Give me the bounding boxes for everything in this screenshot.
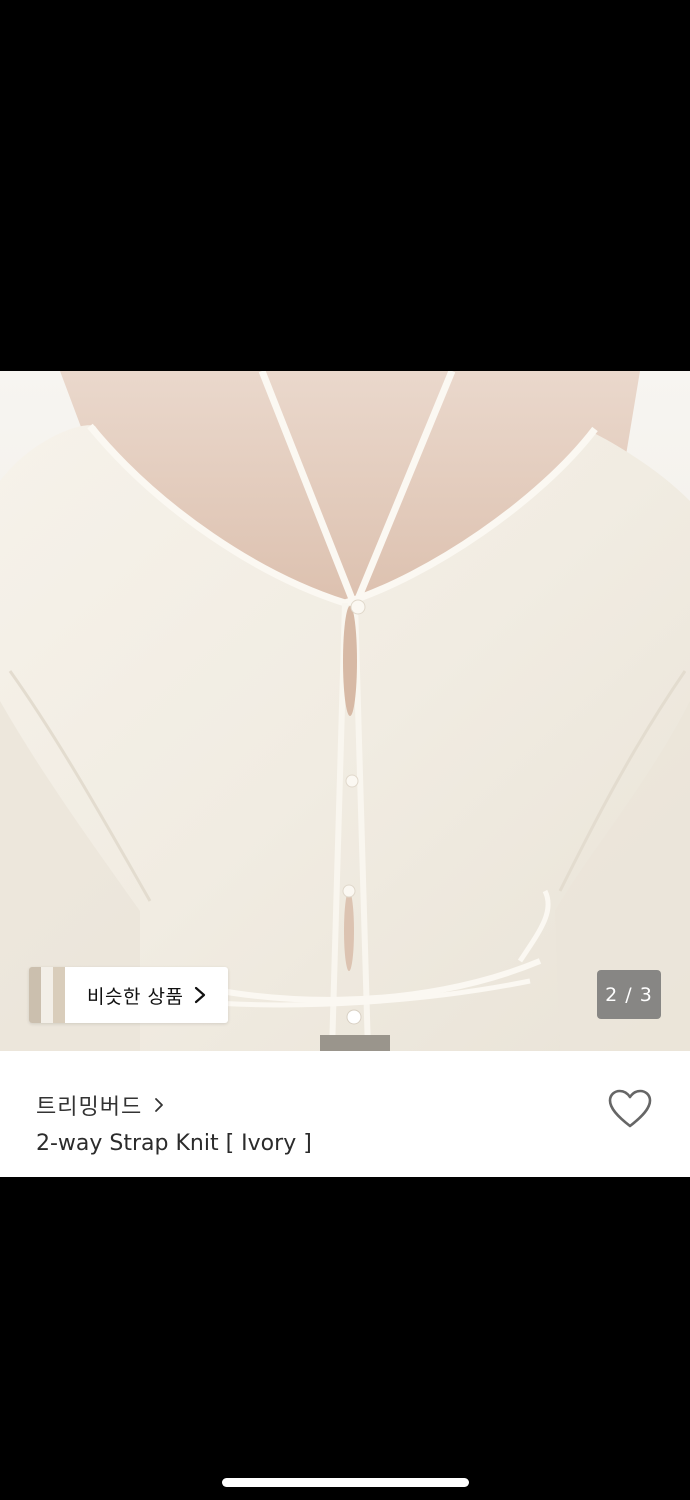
knit-sweater-illustration xyxy=(0,371,690,1051)
chevron-right-icon xyxy=(195,986,206,1004)
brand-link[interactable]: 트리밍버드 xyxy=(36,1089,164,1121)
top-letterbox xyxy=(0,0,690,371)
product-info-panel: 트리밍버드 2-way Strap Knit [ Ivory ] xyxy=(0,1051,690,1177)
gallery-page-counter: 2 / 3 xyxy=(597,970,661,1019)
heart-icon[interactable] xyxy=(607,1088,653,1130)
similar-products-button[interactable]: 비슷한 상품 xyxy=(29,967,228,1023)
bottom-letterbox xyxy=(0,1177,690,1500)
similar-products-thumbnail xyxy=(29,967,65,1023)
home-indicator[interactable] xyxy=(222,1478,469,1487)
similar-products-label: 비슷한 상품 xyxy=(87,985,184,1008)
brand-name: 트리밍버드 xyxy=(36,1095,143,1120)
chevron-right-icon xyxy=(155,1098,164,1112)
product-name: 2-way Strap Knit [ Ivory ] xyxy=(36,1131,312,1156)
product-photo[interactable] xyxy=(0,371,690,1051)
